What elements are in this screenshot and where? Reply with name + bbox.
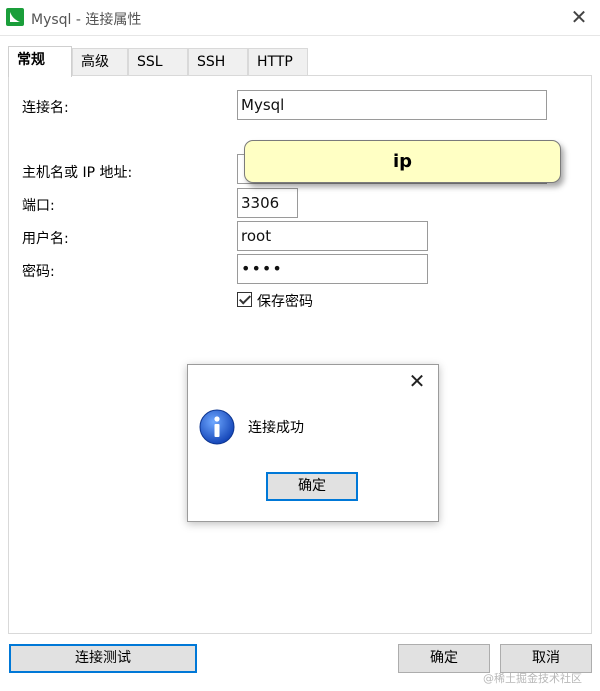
cancel-button[interactable]: 取消 (500, 644, 592, 673)
username-label: 用户名: (22, 231, 69, 247)
host-label: 主机名或 IP 地址: (22, 165, 133, 181)
connection-success-dialog: ✕ 连接成功 确定 (187, 364, 439, 522)
test-connection-button[interactable]: 连接测试 (9, 644, 197, 673)
save-password-checkbox[interactable] (237, 292, 252, 307)
dialog-close-icon[interactable]: ✕ (406, 369, 428, 393)
window-title: Mysql - 连接属性 (31, 12, 142, 28)
password-label: 密码: (22, 264, 55, 280)
username-input[interactable]: root (237, 221, 428, 251)
tab-general[interactable]: 常规 (8, 46, 72, 77)
ip-tooltip: ip (244, 140, 561, 183)
window-close-icon[interactable]: ✕ (568, 6, 590, 28)
save-password-label: 保存密码 (257, 294, 313, 310)
tab-ssh[interactable]: SSH (188, 48, 248, 76)
dialog-message: 连接成功 (248, 420, 304, 436)
port-label: 端口: (22, 198, 55, 214)
connection-name-input[interactable]: Mysql (237, 90, 547, 120)
watermark: @稀土掘金技术社区 (483, 672, 582, 685)
navicat-app-icon (6, 8, 24, 26)
password-input[interactable]: •••• (237, 254, 428, 284)
dialog-body: 连接成功 (188, 399, 438, 521)
ok-button[interactable]: 确定 (398, 644, 490, 673)
tab-advanced[interactable]: 高级 (72, 48, 128, 76)
tab-ssl[interactable]: SSL (128, 48, 188, 76)
tab-http[interactable]: HTTP (248, 48, 308, 76)
dialog-header: ✕ (188, 365, 438, 399)
info-icon (199, 409, 235, 445)
port-input[interactable]: 3306 (237, 188, 298, 218)
dialog-ok-button[interactable]: 确定 (266, 472, 358, 501)
title-bar: Mysql - 连接属性 ✕ (0, 0, 600, 36)
connection-name-label: 连接名: (22, 100, 69, 116)
tab-strip: 常规 高级 SSL SSH HTTP (8, 46, 592, 77)
